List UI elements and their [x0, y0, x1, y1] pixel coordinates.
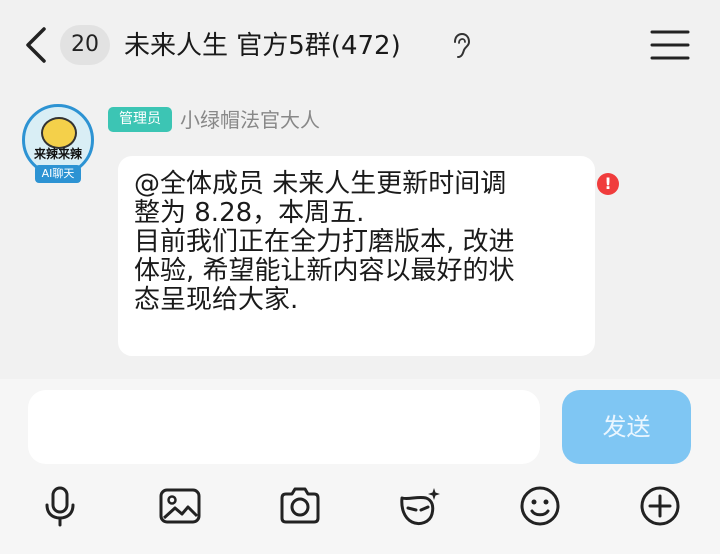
- emoji-icon[interactable]: [518, 484, 562, 528]
- plus-icon[interactable]: [638, 484, 682, 528]
- admin-role-badge: 管理员: [108, 107, 172, 132]
- ai-chat-badge: AI聊天: [35, 165, 81, 183]
- chat-title[interactable]: 未来人生 官方5群(472): [124, 27, 401, 65]
- chat-header: 20 未来人生 官方5群(472): [0, 0, 720, 90]
- message-bubble[interactable]: @全体成员 未来人生更新时间调 整为 8.28，本周五. 目前我们正在全力打磨版…: [118, 156, 595, 356]
- hamburger-menu-icon[interactable]: [650, 28, 690, 62]
- message-text: @全体成员 未来人生更新时间调 整为 8.28，本周五. 目前我们正在全力打磨版…: [134, 169, 515, 315]
- send-button[interactable]: 发送: [562, 390, 691, 464]
- microphone-icon[interactable]: [38, 484, 82, 528]
- avatar-caption: 来辣来辣: [33, 147, 82, 161]
- unread-count-badge[interactable]: 20: [60, 25, 110, 65]
- back-arrow-icon[interactable]: [22, 25, 50, 65]
- mask-icon[interactable]: [398, 484, 442, 528]
- ear-icon[interactable]: [449, 31, 473, 61]
- sender-name[interactable]: 小绿帽法官大人: [180, 106, 320, 134]
- camera-icon[interactable]: [278, 484, 322, 528]
- send-failed-icon[interactable]: !: [597, 173, 619, 195]
- composer-bar: 发送: [0, 379, 720, 554]
- message-input[interactable]: [28, 390, 540, 464]
- image-icon[interactable]: [158, 484, 202, 528]
